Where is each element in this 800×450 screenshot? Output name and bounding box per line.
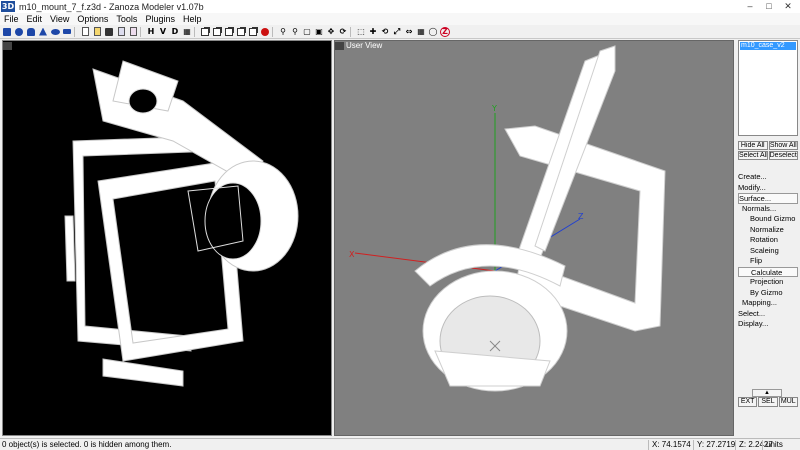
- mul-mode-button[interactable]: MUL: [778, 397, 798, 407]
- zoom-extents-icon[interactable]: ▣: [314, 27, 324, 37]
- scale-icon[interactable]: ⤢: [392, 27, 402, 37]
- create-box-icon[interactable]: [2, 27, 12, 37]
- zoom-region-icon[interactable]: ▢: [302, 27, 312, 37]
- window-title: m10_mount_7_f.z3d - Zanoza Modeler v1.07…: [19, 1, 204, 12]
- toolbar-separator: [350, 26, 352, 37]
- toolbar-separator: [272, 26, 274, 37]
- viewport-title: User View: [346, 41, 383, 50]
- cmd-mapping[interactable]: Mapping...: [738, 298, 798, 309]
- move-icon[interactable]: ✚: [368, 27, 378, 37]
- create-cylinder-icon[interactable]: [26, 27, 36, 37]
- menu-view[interactable]: View: [50, 14, 69, 24]
- side-panel: m10_case_v2 Hide All Show All Select All…: [736, 40, 800, 436]
- zoom-all-icon[interactable]: ⚲: [290, 27, 300, 37]
- save-file-icon[interactable]: [104, 27, 114, 37]
- user-viewport[interactable]: X Y Z User View: [334, 40, 734, 436]
- model-render-user: X Y Z: [349, 45, 666, 392]
- command-list: Create... Modify... Surface... Normals..…: [738, 172, 798, 330]
- axis-z-label: Z: [578, 212, 584, 221]
- cmd-normals[interactable]: Normals...: [738, 204, 798, 215]
- menu-help[interactable]: Help: [183, 14, 202, 24]
- coord-y: Y: 27.2719: [693, 440, 735, 450]
- units-label: units: [762, 440, 783, 450]
- create-sphere-icon[interactable]: [14, 27, 24, 37]
- select-all-button[interactable]: Select All: [738, 151, 768, 160]
- menu-edit[interactable]: Edit: [27, 14, 43, 24]
- import-icon[interactable]: [116, 27, 126, 37]
- viewport-corner-icon[interactable]: [3, 41, 12, 50]
- pan-icon[interactable]: ✥: [326, 27, 336, 37]
- cmd-display[interactable]: Display...: [738, 319, 798, 330]
- export-icon[interactable]: [128, 27, 138, 37]
- view-front-icon[interactable]: [200, 27, 210, 37]
- view-side-icon[interactable]: [224, 27, 234, 37]
- v-view-button[interactable]: V: [158, 27, 168, 37]
- axis-y-label: Y: [491, 104, 497, 113]
- object-list-item[interactable]: m10_case_v2: [740, 42, 796, 50]
- maximize-icon[interactable]: □: [760, 0, 778, 12]
- cmd-select[interactable]: Select...: [738, 309, 798, 320]
- axis-x-label: X: [349, 250, 355, 259]
- cmd-projection[interactable]: Projection: [738, 277, 798, 288]
- cmd-normalize[interactable]: Normalize: [738, 225, 798, 236]
- menu-bar: File Edit View Options Tools Plugins Hel…: [0, 13, 800, 25]
- sel-mode-button[interactable]: SEL: [758, 397, 778, 407]
- select-region-icon[interactable]: ⬚: [356, 27, 366, 37]
- toolbar-separator: [74, 26, 76, 37]
- view-persp-icon[interactable]: [248, 27, 258, 37]
- cmd-by-gizmo[interactable]: By Gizmo: [738, 288, 798, 299]
- open-file-icon[interactable]: [92, 27, 102, 37]
- menu-tools[interactable]: Tools: [116, 14, 137, 24]
- toolbar-separator: [194, 26, 196, 37]
- rotate-icon[interactable]: ⟲: [380, 27, 390, 37]
- align-icon[interactable]: ▦: [416, 27, 426, 37]
- cmd-calculate[interactable]: Calculate: [738, 266, 798, 277]
- cmd-scaleing[interactable]: Scaleing: [738, 246, 798, 257]
- menu-plugins[interactable]: Plugins: [145, 14, 175, 24]
- cmd-create[interactable]: Create...: [738, 172, 798, 183]
- status-bar: 0 object(s) is selected. 0 is hidden amo…: [0, 438, 800, 450]
- zoom-icon[interactable]: ⚲: [278, 27, 288, 37]
- view-top-icon[interactable]: [212, 27, 222, 37]
- cmd-modify[interactable]: Modify...: [738, 183, 798, 194]
- toolbar-separator: [140, 26, 142, 37]
- hide-all-button[interactable]: Hide All: [738, 141, 768, 150]
- z-button[interactable]: Z: [440, 26, 450, 37]
- title-bar: 3D m10_mount_7_f.z3d - Zanoza Modeler v1…: [0, 0, 800, 13]
- orbit-icon[interactable]: ⟳: [338, 27, 348, 37]
- d-view-button[interactable]: D: [170, 27, 180, 37]
- show-all-button[interactable]: Show All: [768, 141, 798, 150]
- left-viewport[interactable]: [2, 40, 332, 436]
- object-list[interactable]: m10_case_v2: [738, 40, 798, 136]
- create-torus-icon[interactable]: [50, 27, 60, 37]
- create-cone-icon[interactable]: [38, 27, 48, 37]
- snap-icon[interactable]: ◯: [428, 27, 438, 37]
- mirror-icon[interactable]: ⇔: [404, 27, 414, 37]
- minimize-icon[interactable]: –: [741, 0, 759, 12]
- menu-options[interactable]: Options: [77, 14, 108, 24]
- cmd-flip[interactable]: Flip: [738, 256, 798, 267]
- toolbar: H V D ▦ ⚲ ⚲ ▢ ▣ ✥ ⟳ ⬚ ✚ ⟲ ⤢ ⇔ ▦ ◯ Z: [0, 25, 800, 39]
- render-icon[interactable]: [260, 27, 270, 37]
- h-view-button[interactable]: H: [146, 27, 156, 37]
- close-icon[interactable]: ✕: [779, 0, 797, 12]
- viewport-corner-icon[interactable]: [335, 41, 344, 50]
- model-render-left: [64, 60, 299, 387]
- coord-x: X: 74.1574: [648, 440, 691, 450]
- create-plane-icon[interactable]: [62, 27, 72, 37]
- menu-file[interactable]: File: [4, 14, 19, 24]
- cmd-rotation[interactable]: Rotation: [738, 235, 798, 246]
- cmd-bound-gizmo[interactable]: Bound Gizmo: [738, 214, 798, 225]
- grid-icon[interactable]: ▦: [182, 27, 192, 37]
- deselect-button[interactable]: Deselect: [768, 151, 798, 160]
- chevron-up-icon[interactable]: ▲: [752, 389, 782, 397]
- status-message: 0 object(s) is selected. 0 is hidden amo…: [2, 440, 172, 449]
- view-user-icon[interactable]: [236, 27, 246, 37]
- new-file-icon[interactable]: [80, 27, 90, 37]
- app-icon: 3D: [1, 1, 15, 12]
- ext-mode-button[interactable]: EXT: [738, 397, 758, 407]
- cmd-surface[interactable]: Surface...: [738, 193, 798, 204]
